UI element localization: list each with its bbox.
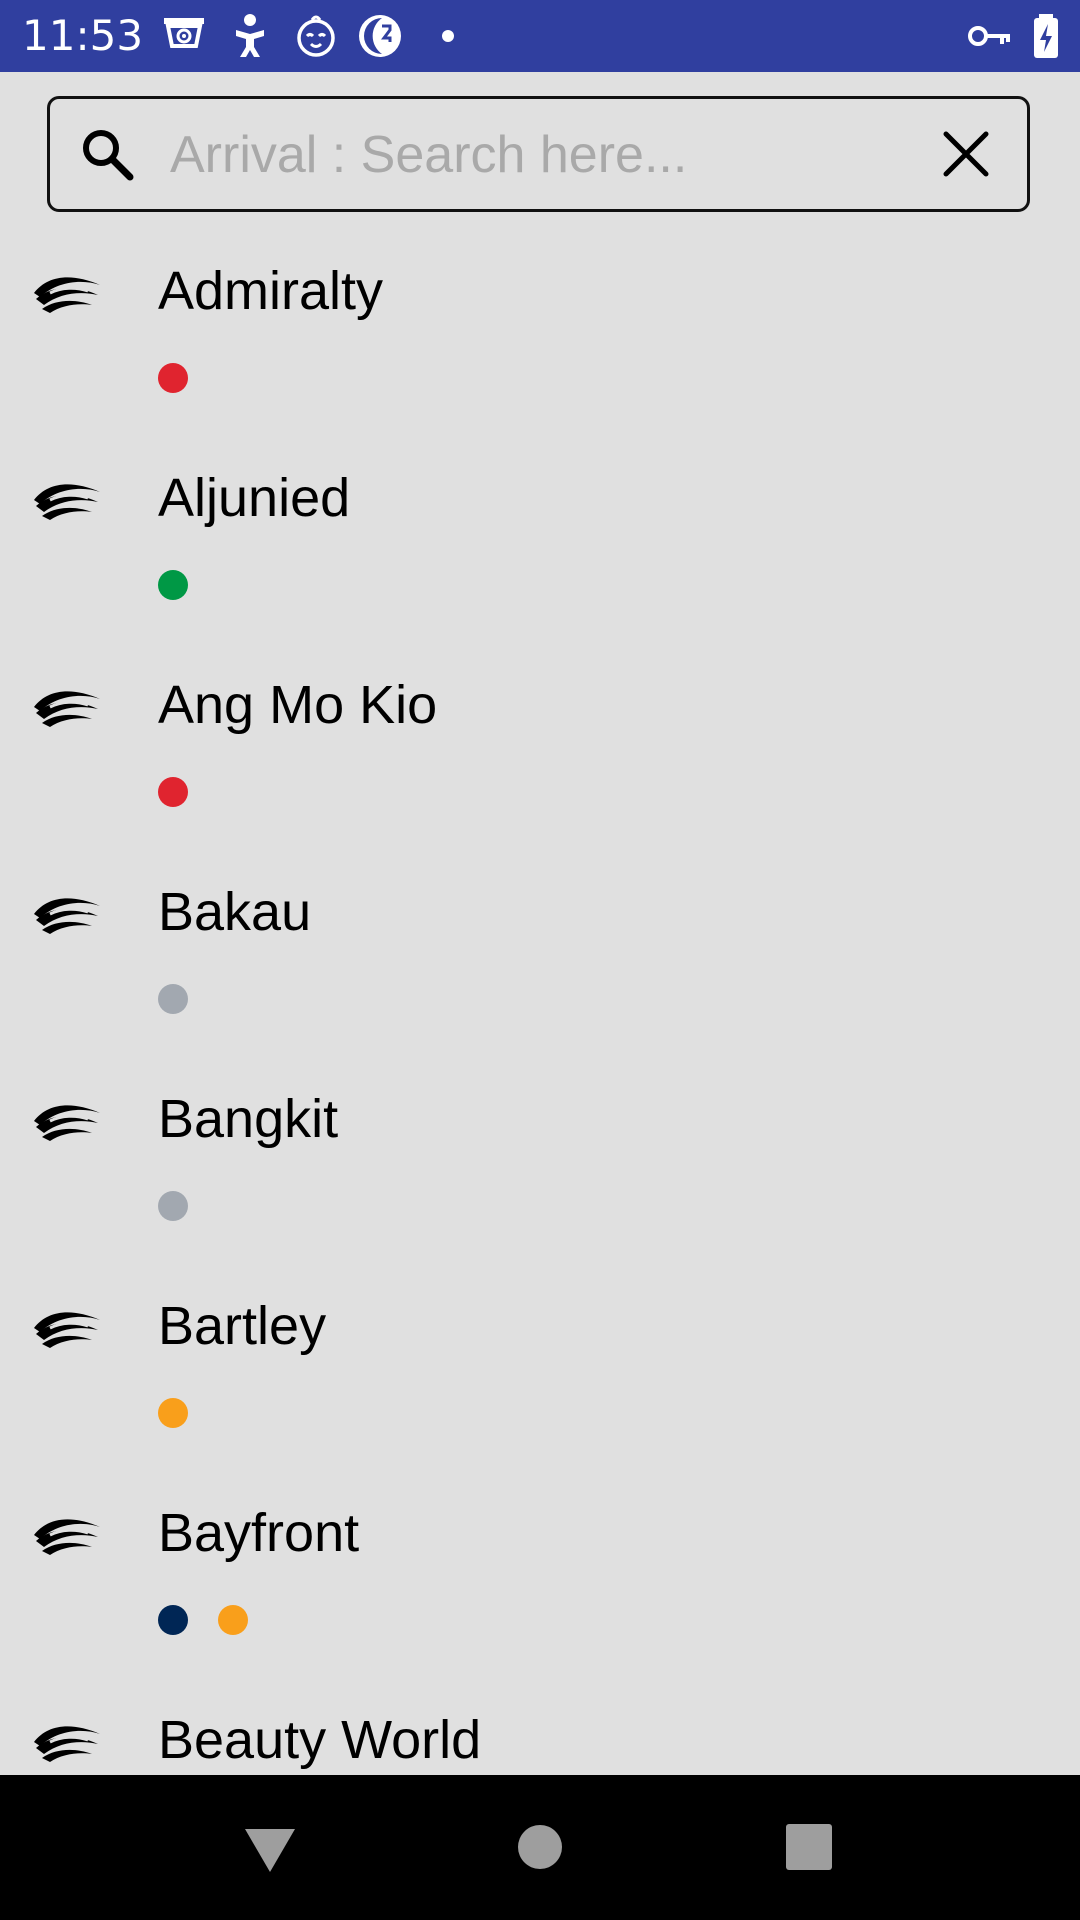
station-list[interactable]: Admiralty Aljunied Ang Mo Kio Bakau Bang…: [0, 227, 1080, 1775]
line-indicators: [158, 984, 188, 1014]
baby-icon: [226, 12, 274, 60]
mrt-logo-icon: [34, 1726, 100, 1762]
station-name: Ang Mo Kio: [158, 675, 438, 735]
station-name: Bartley: [158, 1296, 327, 1356]
line-color-dot: [158, 1191, 188, 1221]
home-icon[interactable]: [510, 1817, 570, 1877]
station-list-item[interactable]: Aljunied: [0, 434, 1080, 641]
status-bar: 11:53: [0, 0, 1080, 72]
line-indicators: [158, 570, 188, 600]
station-name: Bangkit: [158, 1089, 339, 1149]
station-name: Beauty World: [158, 1710, 482, 1770]
mrt-logo-icon: [34, 484, 100, 520]
station-list-item[interactable]: Bakau: [0, 848, 1080, 1055]
search-icon: [83, 130, 134, 181]
line-color-dot: [158, 1398, 188, 1428]
line-indicators: [158, 1191, 188, 1221]
dot-icon: [424, 12, 472, 60]
mrt-logo-icon: [34, 1105, 100, 1141]
vpn-key-icon: [966, 12, 1014, 60]
line-indicators: [158, 1605, 248, 1635]
station-name: Bayfront: [158, 1503, 360, 1563]
line-color-dot: [158, 570, 188, 600]
search-input[interactable]: [168, 117, 872, 193]
line-color-dot: [158, 1605, 188, 1635]
station-list-item[interactable]: Admiralty: [0, 227, 1080, 434]
mrt-logo-icon: [34, 1519, 100, 1555]
station-list-item[interactable]: Bangkit: [0, 1055, 1080, 1262]
station-name: Aljunied: [158, 468, 351, 528]
back-icon[interactable]: [240, 1817, 300, 1877]
line-color-dot: [158, 777, 188, 807]
mrt-logo-icon: [34, 1312, 100, 1348]
face-icon: [292, 12, 340, 60]
line-color-dot: [158, 363, 188, 393]
line-color-dot: [158, 984, 188, 1014]
navigation-bar: [0, 1775, 1080, 1920]
battery-charging-icon: [1022, 12, 1070, 60]
station-list-item[interactable]: Bayfront: [0, 1469, 1080, 1676]
line-indicators: [158, 777, 188, 807]
cctv-icon: [160, 12, 208, 60]
mrt-logo-icon: [34, 277, 100, 313]
station-list-item[interactable]: Bartley: [0, 1262, 1080, 1469]
station-list-item[interactable]: Beauty World: [0, 1676, 1080, 1775]
mrt-logo-icon: [34, 898, 100, 934]
recents-icon[interactable]: [779, 1817, 839, 1877]
line-color-dot: [218, 1605, 248, 1635]
station-name: Bakau: [158, 882, 312, 942]
mrt-logo-icon: [34, 691, 100, 727]
line-indicators: [158, 363, 188, 393]
status-time: 11:53: [22, 11, 144, 60]
moon-icon: [356, 12, 404, 60]
station-list-item[interactable]: Ang Mo Kio: [0, 641, 1080, 848]
station-name: Admiralty: [158, 261, 384, 321]
search-bar[interactable]: [47, 96, 1030, 212]
line-indicators: [158, 1398, 188, 1428]
close-icon[interactable]: [938, 126, 994, 182]
